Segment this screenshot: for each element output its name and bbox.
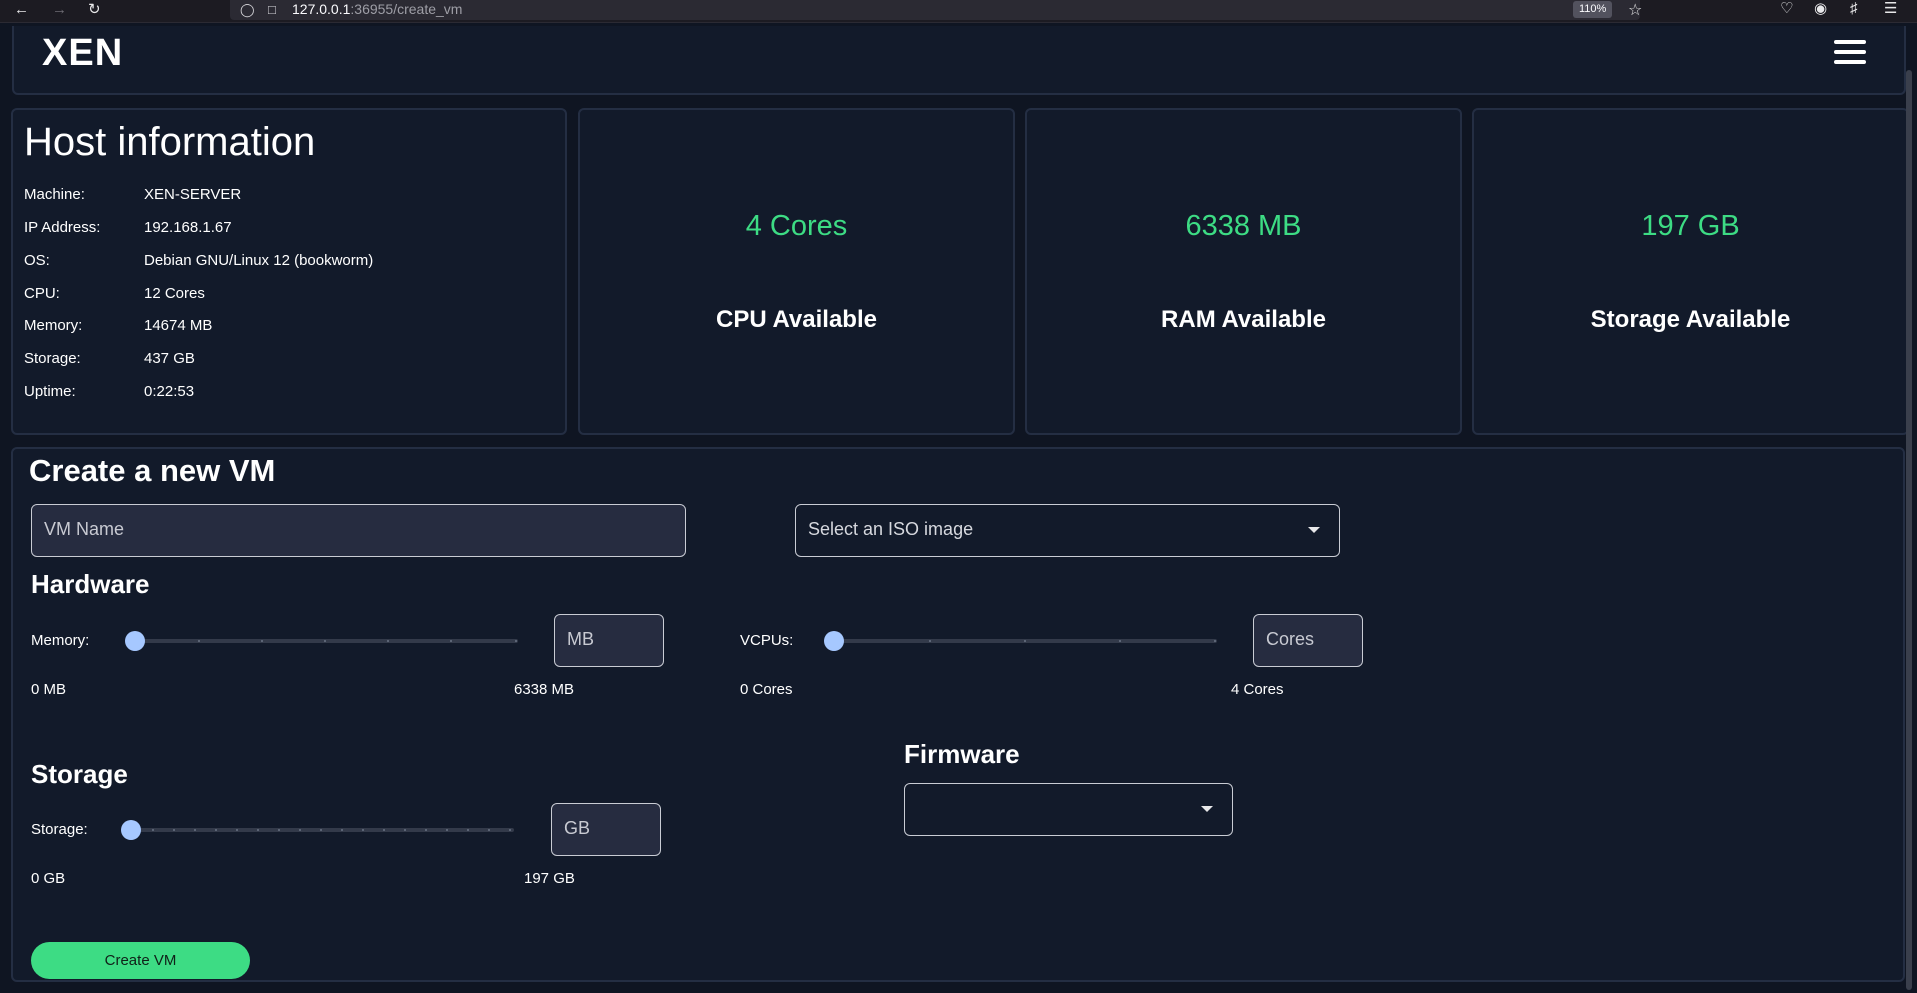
app-logo: XEN xyxy=(42,32,124,74)
ram-available-card: 6338 MB RAM Available xyxy=(1025,108,1462,435)
page-scrollbar[interactable] xyxy=(1906,70,1912,990)
host-info-key: Memory: xyxy=(24,317,83,334)
storage-max-label: 197 GB xyxy=(524,870,575,887)
host-info-value: 192.168.1.67 xyxy=(144,219,232,236)
reload-icon[interactable]: ↻ xyxy=(88,1,101,19)
cpu-available-value: 4 Cores xyxy=(745,210,848,242)
cpu-available-label: CPU Available xyxy=(716,306,877,333)
ram-available-label: RAM Available xyxy=(1161,306,1326,333)
create-vm-title: Create a new VM xyxy=(29,453,276,488)
vcpus-min-label: 0 Cores xyxy=(740,681,793,698)
ram-available-value: 6338 MB xyxy=(1185,210,1302,242)
zoom-level-badge[interactable]: 110% xyxy=(1573,1,1613,18)
host-info-value: 14674 MB xyxy=(144,317,213,334)
url-text[interactable]: 127.0.0.1:36955/create_vm xyxy=(292,1,462,17)
memory-mb-input[interactable]: MB xyxy=(554,614,664,667)
create-vm-card: Create a new VM VM Name Select an ISO im… xyxy=(11,447,1905,982)
host-info-value: Debian GNU/Linux 12 (bookworm) xyxy=(144,252,374,269)
host-info-key: Uptime: xyxy=(24,383,76,400)
vcpus-label: VCPUs: xyxy=(740,632,794,649)
url-host: 127.0.0.1 xyxy=(292,1,351,17)
create-vm-button[interactable]: Create VM xyxy=(31,942,250,979)
chevron-down-icon xyxy=(1308,527,1320,533)
memory-slider-track[interactable] xyxy=(135,639,518,643)
host-info-key: Storage: xyxy=(24,350,81,367)
host-info-title: Host information xyxy=(24,120,316,164)
hardware-title: Hardware xyxy=(31,569,150,599)
iso-select-value: Select an ISO image xyxy=(808,519,974,539)
account-icon[interactable]: ◉ xyxy=(1814,0,1827,18)
app-header: XEN xyxy=(12,26,1906,95)
vcpus-slider-rail[interactable] xyxy=(834,639,1217,643)
cpu-available-card: 4 Cores CPU Available xyxy=(578,108,1015,435)
storage-min-label: 0 GB xyxy=(31,870,66,887)
vcpus-max-label: 4 Cores xyxy=(1231,681,1284,698)
hamburger-menu-icon[interactable] xyxy=(1834,40,1866,64)
firmware-title: Firmware xyxy=(904,739,1020,769)
host-info-value: 0:22:53 xyxy=(144,383,195,400)
memory-label: Memory: xyxy=(31,632,90,649)
host-info-value: 437 GB xyxy=(144,350,195,367)
storage-available-card: 197 GB Storage Available xyxy=(1472,108,1909,435)
browser-toolbar: ← → ↻ ◯ □ 127.0.0.1:36955/create_vm 110%… xyxy=(0,0,1917,23)
host-info-key: OS: xyxy=(24,252,50,269)
address-bar[interactable]: ◯ □ 127.0.0.1:36955/create_vm xyxy=(230,0,1640,20)
extensions-icon[interactable]: ♯ xyxy=(1850,0,1858,18)
vcpus-slider-thumb[interactable] xyxy=(824,631,844,651)
host-info-value: 12 Cores xyxy=(144,285,205,302)
storage-label: Storage: xyxy=(31,821,88,838)
storage-gb-input[interactable]: GB xyxy=(551,803,661,856)
memory-slider-thumb[interactable] xyxy=(125,631,145,651)
storage-slider-thumb[interactable] xyxy=(121,820,141,840)
storage-available-value: 197 GB xyxy=(1641,210,1740,242)
host-info-key: IP Address: xyxy=(24,219,101,236)
firmware-select[interactable] xyxy=(904,783,1233,836)
storage-available-label: Storage Available xyxy=(1590,306,1791,333)
host-info-value: XEN-SERVER xyxy=(144,186,242,203)
iso-image-select[interactable]: Select an ISO image xyxy=(795,504,1340,557)
memory-min-label: 0 MB xyxy=(31,681,67,698)
pocket-icon[interactable]: ♡ xyxy=(1780,0,1793,18)
bookmark-star-icon[interactable]: ☆ xyxy=(1628,0,1642,20)
chevron-down-icon xyxy=(1201,806,1213,812)
storage-slider-track[interactable] xyxy=(131,828,514,832)
page-info-icon[interactable]: □ xyxy=(268,2,276,17)
menu-icon[interactable]: ☰ xyxy=(1884,0,1897,18)
vm-name-input[interactable]: VM Name xyxy=(31,504,686,557)
host-info-key: CPU: xyxy=(24,285,60,302)
memory-max-label: 6338 MB xyxy=(514,681,575,698)
forward-arrow-icon[interactable]: → xyxy=(52,1,67,19)
host-information-card: Host information Machine: XEN-SERVER IP … xyxy=(11,108,567,435)
shield-icon[interactable]: ◯ xyxy=(240,2,255,18)
back-arrow-icon[interactable]: ← xyxy=(14,1,29,19)
storage-title: Storage xyxy=(31,759,128,789)
host-info-key: Machine: xyxy=(24,186,85,203)
url-path: :36955/create_vm xyxy=(350,1,463,17)
vcpus-cores-input[interactable]: Cores xyxy=(1253,614,1363,667)
